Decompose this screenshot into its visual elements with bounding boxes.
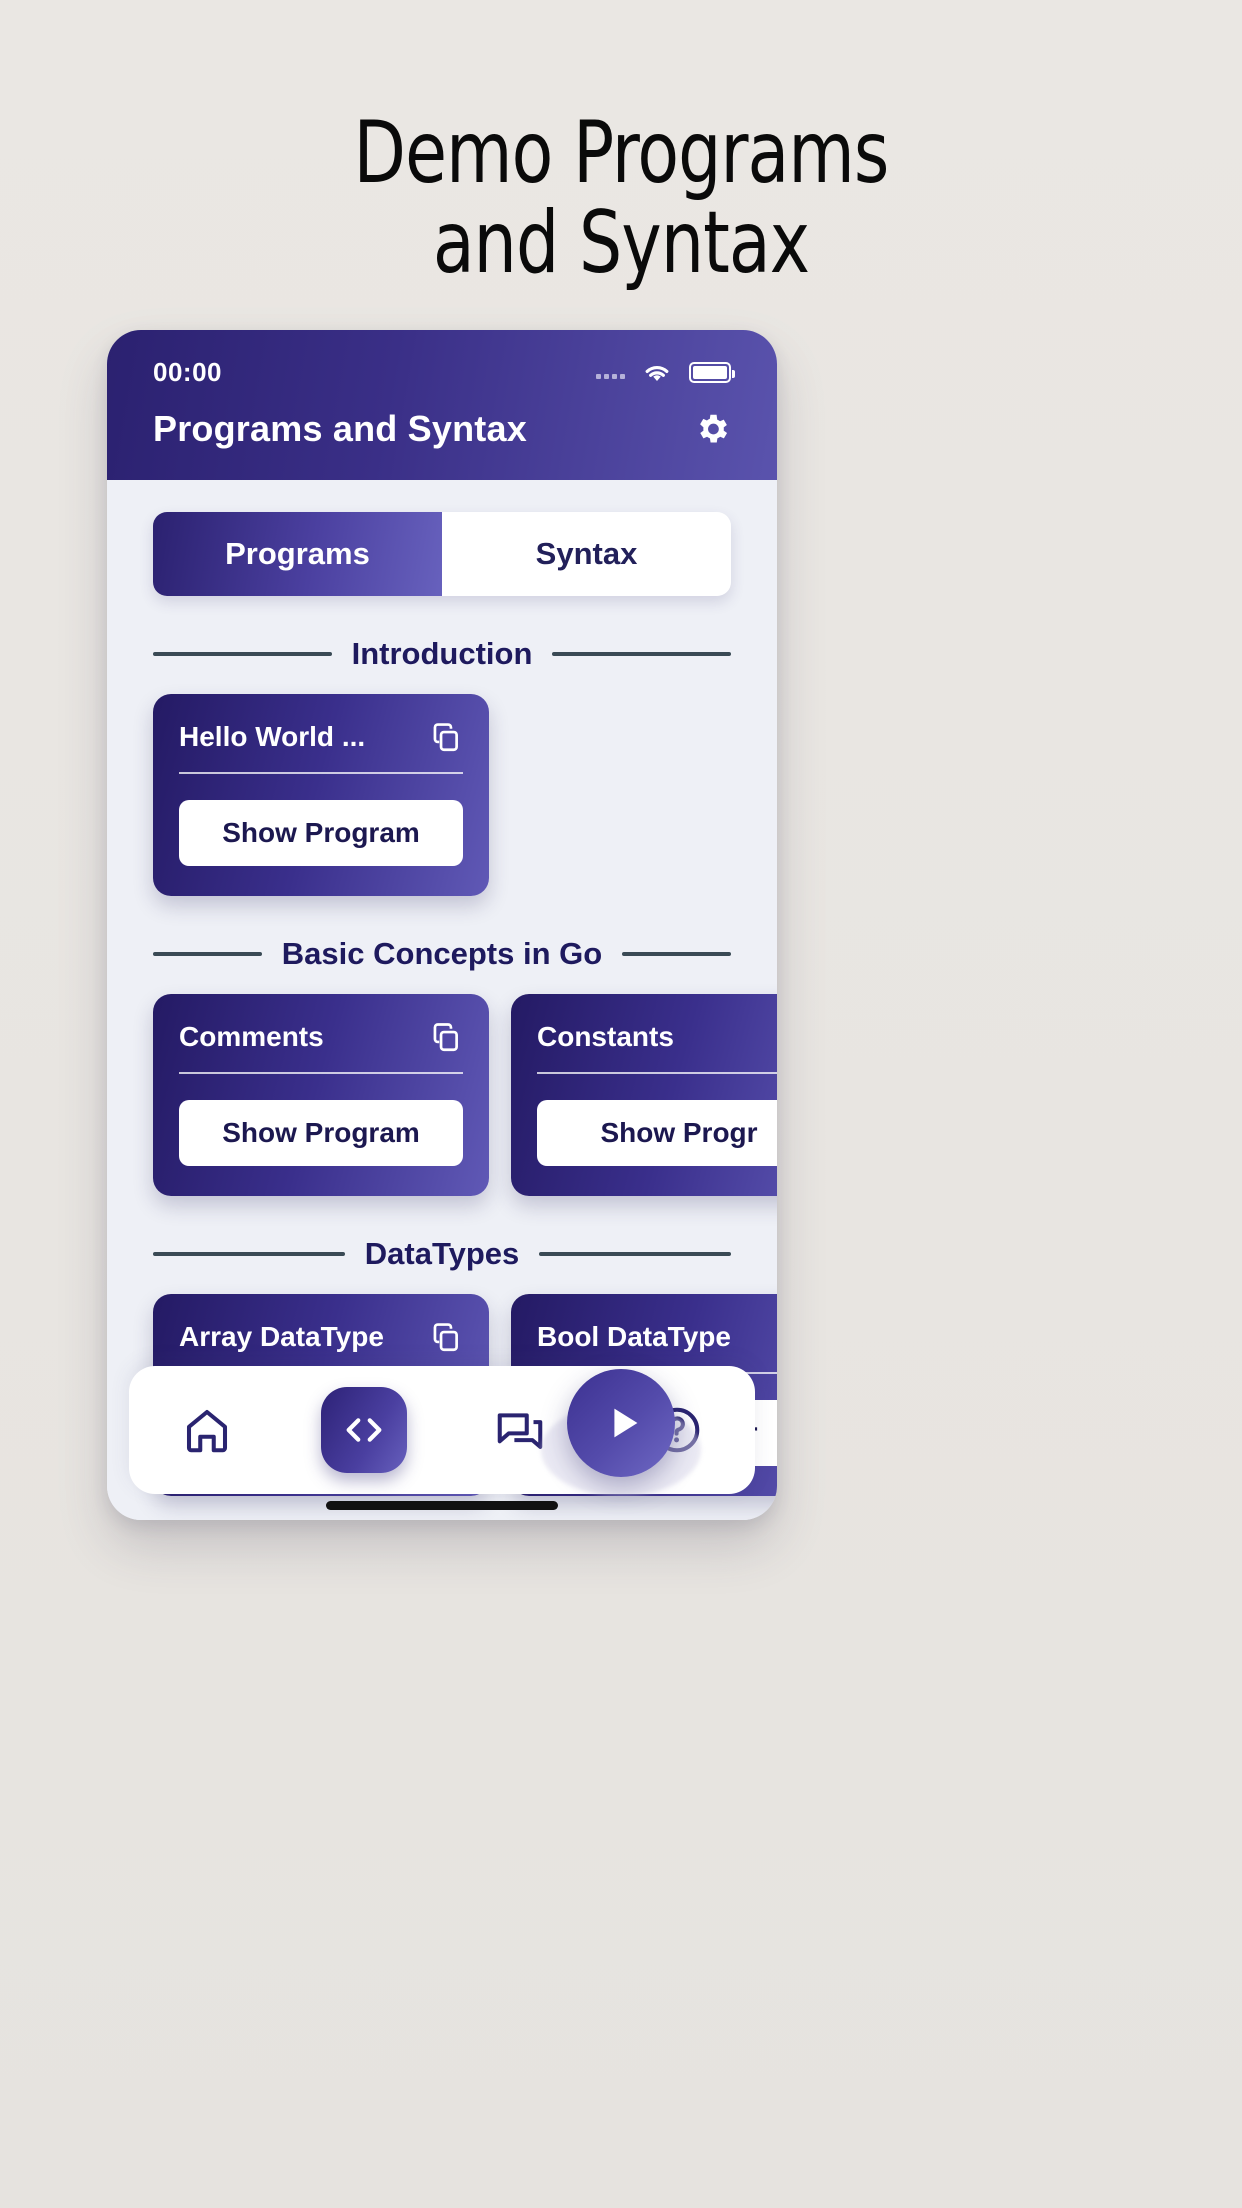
headline-line-2: and Syntax <box>432 193 810 294</box>
status-icons <box>596 359 735 385</box>
section-rule-left <box>153 652 332 656</box>
program-card[interactable]: Hello World ... Show Program <box>153 694 489 896</box>
program-card-header: Comments <box>179 1020 463 1054</box>
section-title: Basic Concepts in Go <box>281 936 603 971</box>
section-rule-right <box>539 1252 731 1256</box>
section-header-basic-concepts: Basic Concepts in Go <box>153 936 731 972</box>
card-divider <box>179 1072 463 1074</box>
marketing-headline: Demo Programs and Syntax <box>75 108 1168 289</box>
code-brackets-icon <box>346 1418 382 1442</box>
program-card-title: Comments <box>179 1021 324 1052</box>
wifi-icon <box>645 366 669 381</box>
play-button[interactable] <box>567 1369 675 1477</box>
section-header-datatypes: DataTypes <box>153 1236 731 1272</box>
section-rule-right <box>622 952 731 956</box>
home-indicator <box>326 1501 558 1510</box>
section-title: Introduction <box>351 636 533 671</box>
tab-programs[interactable]: Programs <box>153 512 442 596</box>
gear-icon[interactable] <box>693 410 731 448</box>
copy-icon[interactable] <box>429 1320 463 1354</box>
section-rule-right <box>552 652 732 656</box>
phone-mockup: 00:00 Programs and Syntax Programs Synta… <box>107 330 777 1520</box>
copy-icon[interactable] <box>429 720 463 754</box>
program-card-title: Hello World ... <box>179 721 366 752</box>
program-card-title: Bool DataType <box>537 1321 731 1352</box>
headline-line-1: Demo Programs <box>353 103 890 203</box>
card-row-basic-concepts: Comments Show Program Constants Show Pro… <box>153 994 777 1196</box>
home-icon <box>187 1409 228 1453</box>
nav-item-home[interactable] <box>164 1387 250 1473</box>
tab-switcher: Programs Syntax <box>153 512 731 596</box>
program-card-header: Constants <box>537 1020 777 1054</box>
app-body: Programs Syntax Introduction Hello World… <box>107 480 777 1520</box>
app-bar: 00:00 Programs and Syntax <box>107 330 777 480</box>
play-icon <box>614 1408 638 1438</box>
program-card-header: Hello World ... <box>179 720 463 754</box>
card-divider <box>537 1072 777 1074</box>
section-rule-left <box>153 952 262 956</box>
status-bar: 00:00 <box>107 354 777 390</box>
show-program-button[interactable]: Show Progr <box>537 1100 777 1166</box>
screenshot-page: Demo Programs and Syntax 00:00 Programs … <box>0 0 1242 2208</box>
chat-icon <box>497 1413 543 1449</box>
signal-dots-icon <box>596 365 625 379</box>
program-card[interactable]: Constants Show Progr <box>511 994 777 1196</box>
program-card[interactable]: Comments Show Program <box>153 994 489 1196</box>
show-program-button[interactable]: Show Program <box>179 800 463 866</box>
section-header-introduction: Introduction <box>153 636 732 672</box>
battery-full-icon <box>689 361 735 383</box>
program-card-title: Constants <box>537 1021 674 1052</box>
tab-syntax[interactable]: Syntax <box>442 512 731 596</box>
show-program-button[interactable]: Show Program <box>179 1100 463 1166</box>
status-time: 00:00 <box>153 356 222 387</box>
section-title: DataTypes <box>364 1236 520 1271</box>
program-card-title: Array DataType <box>179 1321 384 1352</box>
app-title-row: Programs and Syntax <box>107 408 777 450</box>
card-divider <box>179 772 463 774</box>
app-title: Programs and Syntax <box>153 408 527 449</box>
card-row-introduction: Hello World ... Show Program <box>153 694 777 896</box>
section-rule-left <box>153 1252 345 1256</box>
copy-icon[interactable] <box>429 1020 463 1054</box>
program-card-header: Bool DataType <box>537 1320 777 1354</box>
program-card-header: Array DataType <box>179 1320 463 1354</box>
nav-item-code[interactable] <box>320 1387 407 1473</box>
